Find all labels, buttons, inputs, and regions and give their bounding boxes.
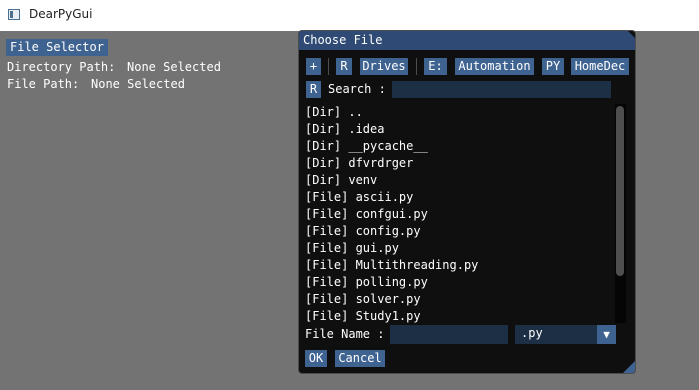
file-path-label: File Path: — [7, 77, 80, 91]
refresh-button[interactable]: R — [336, 58, 352, 75]
file-type-filter-value: .py — [521, 326, 543, 340]
list-item[interactable]: [File] gui.py — [303, 240, 621, 257]
list-item[interactable]: [File] polling.py — [303, 274, 621, 291]
file-name-input[interactable] — [390, 325, 508, 344]
dialog-title: Choose File — [303, 33, 383, 47]
scrollbar-thumb[interactable] — [616, 106, 624, 276]
list-item[interactable]: [Dir] .. — [303, 104, 621, 121]
path-segment-py[interactable]: PY — [542, 58, 564, 75]
list-item[interactable]: [Dir] venv — [303, 172, 621, 189]
search-reset-button[interactable]: R — [306, 81, 321, 98]
path-segment-automation[interactable]: Automation — [455, 58, 534, 75]
search-input[interactable] — [392, 81, 611, 98]
new-folder-button[interactable]: + — [306, 58, 321, 75]
list-item[interactable]: [File] Multithreading.py — [303, 257, 621, 274]
drives-button[interactable]: Drives — [360, 58, 408, 75]
file-name-label: File Name : — [305, 327, 385, 341]
file-dialog: Choose File + R Drives E: Automation PY … — [298, 30, 636, 374]
list-item[interactable]: [Dir] __pycache__ — [303, 138, 621, 155]
search-label: Search : — [328, 82, 386, 96]
cancel-button[interactable]: Cancel — [335, 350, 385, 367]
app-title: DearPyGui — [29, 7, 93, 21]
file-path-value: None Selected — [91, 77, 185, 91]
list-item[interactable]: [Dir] dfvrdrger — [303, 155, 621, 172]
dialog-title-bar[interactable]: Choose File — [299, 31, 635, 50]
list-item[interactable]: [File] ascii.py — [303, 189, 621, 206]
path-segment-homedec[interactable]: HomeDec — [571, 58, 629, 75]
list-item[interactable]: [File] confgui.py — [303, 206, 621, 223]
file-type-filter-select[interactable]: .py ▼ — [515, 325, 616, 344]
list-item[interactable]: [File] config.py — [303, 223, 621, 240]
chevron-down-icon[interactable]: ▼ — [597, 325, 616, 344]
file-list: [Dir] .. [Dir] .idea [Dir] __pycache__ [… — [303, 104, 621, 323]
list-item[interactable]: [File] Study1.py — [303, 308, 621, 325]
dialog-corner-icon — [628, 31, 635, 38]
list-item[interactable]: [File] solver.py — [303, 291, 621, 308]
file-selector-button[interactable]: File Selector — [6, 39, 108, 56]
toolbar-separator — [416, 58, 417, 75]
resize-grip-icon[interactable] — [623, 361, 635, 373]
path-segment-e[interactable]: E: — [424, 58, 447, 75]
file-list-scrollbar[interactable] — [615, 104, 626, 323]
directory-path-label: Directory Path: — [7, 60, 116, 74]
list-item[interactable]: [Dir] .idea — [303, 121, 621, 138]
ok-button[interactable]: OK — [305, 350, 327, 367]
app-title-bar: DearPyGui — [0, 0, 699, 31]
app-window-icon — [8, 9, 20, 20]
directory-path-value: None Selected — [127, 60, 221, 74]
toolbar-separator — [328, 58, 329, 75]
